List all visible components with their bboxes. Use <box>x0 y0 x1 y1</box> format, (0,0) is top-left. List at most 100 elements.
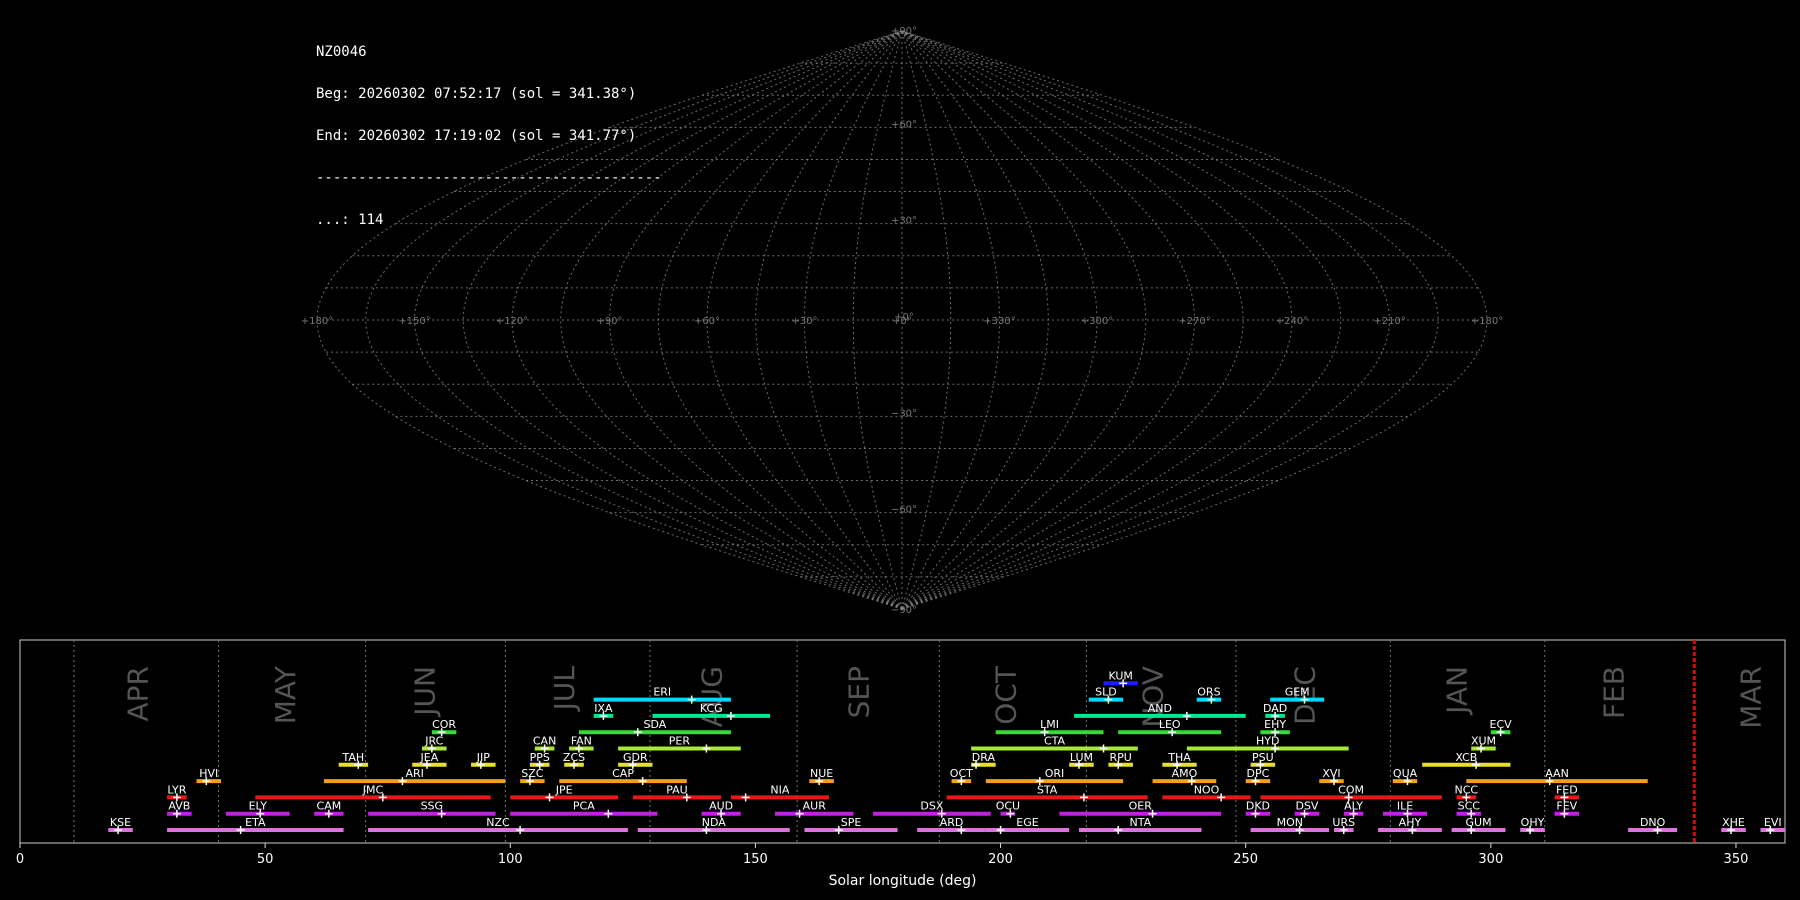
shower-ile: ILE <box>1382 800 1428 818</box>
shower-jea: JEA <box>412 751 447 769</box>
shower-label: PPS <box>530 751 550 764</box>
shower-avb: AVB <box>167 800 192 818</box>
x-tick-label: 100 <box>498 852 523 867</box>
shower-label: DSV <box>1295 800 1318 813</box>
month-label-feb: FEB <box>1597 666 1630 719</box>
shower-label: LUM <box>1070 751 1093 764</box>
shower-hvi: HVI <box>196 767 222 786</box>
shower-dkd: DKD <box>1245 800 1271 818</box>
shower-lyr: LYR <box>167 783 187 802</box>
shower-ixa: IXA <box>593 702 614 720</box>
sky-lon-label: +120° <box>496 316 528 327</box>
shower-xum: XUM <box>1471 735 1496 753</box>
shower-label: HVI <box>199 767 218 780</box>
shower-gum: GUM <box>1451 816 1506 834</box>
shower-label: JIP <box>476 751 490 764</box>
x-tick-label: 300 <box>1478 852 1503 867</box>
month-label-may: MAY <box>269 665 302 724</box>
shower-nta: NTA <box>1079 816 1202 834</box>
shower-label: LMI <box>1040 718 1059 731</box>
shower-label: KUM <box>1108 669 1132 682</box>
shower-label: XVI <box>1322 767 1340 780</box>
shower-label: ZCS <box>563 751 585 764</box>
shower-ari: ARI <box>323 767 506 786</box>
shower-label: AUR <box>803 800 827 813</box>
shower-rpu: RPU <box>1108 751 1133 769</box>
shower-label: AVB <box>168 800 190 813</box>
sky-lon-label: +0° <box>892 316 912 327</box>
shower-zcs: ZCS <box>563 751 585 769</box>
shower-ard: ARD <box>917 816 986 834</box>
shower-lum: LUM <box>1069 751 1094 769</box>
shower-label: CAM <box>317 800 342 813</box>
shower-label: PCA <box>573 800 595 813</box>
shower-dad: DAD <box>1263 702 1287 720</box>
shower-label: OER <box>1129 800 1153 813</box>
shower-label: ORS <box>1197 686 1220 699</box>
shower-fan: FAN <box>569 735 594 753</box>
shower-label: XHE <box>1722 816 1745 829</box>
shower-label: KSE <box>110 816 131 829</box>
shower-label: FED <box>1556 783 1578 796</box>
x-tick-label: 0 <box>16 852 24 867</box>
x-tick-label: 50 <box>257 852 274 867</box>
shower-ors: ORS <box>1196 686 1222 704</box>
shower-dsv: DSV <box>1294 800 1320 818</box>
shower-label: NDA <box>702 816 727 829</box>
shower-label: KCG <box>700 702 723 715</box>
shower-hyd: HYD <box>1186 735 1349 753</box>
shower-label: ILE <box>1397 800 1413 813</box>
shower-label: GEM <box>1285 686 1310 699</box>
shower-label: ERI <box>653 686 671 699</box>
shower-label: XCB <box>1455 751 1477 764</box>
shower-com: COM <box>1260 783 1442 802</box>
shower-dpc: DPC <box>1245 767 1271 786</box>
shower-ori: ORI <box>985 767 1124 786</box>
shower-label: JPE <box>555 783 573 796</box>
shower-noo: NOO <box>1162 783 1251 802</box>
shower-kum: KUM <box>1103 669 1138 688</box>
sky-lat-label: −90° <box>891 605 917 616</box>
shower-label: NTA <box>1129 816 1151 829</box>
month-label-jan: JAN <box>1441 666 1474 716</box>
shower-can: CAN <box>533 735 556 753</box>
shower-pca: PCA <box>510 800 658 818</box>
shower-label: ALY <box>1344 800 1363 813</box>
shower-jpe: JPE <box>510 783 619 802</box>
begin-time: Beg: 20260302 07:52:17 (sol = 341.38°) <box>316 86 637 102</box>
shower-nia: NIA <box>730 783 829 802</box>
shower-gdr: GDR <box>618 751 653 769</box>
shower-cap: CAP <box>559 767 687 786</box>
shower-dsx: DSX <box>873 800 991 818</box>
shower-label: SZC <box>521 767 544 780</box>
shower-ssg: SSG <box>368 800 496 818</box>
sky-lon-label: +90° <box>596 316 622 327</box>
shower-and: AND <box>1074 702 1246 720</box>
shower-label: ELY <box>249 800 268 813</box>
shower-aud: AUD <box>701 800 741 818</box>
x-tick-label: 150 <box>743 852 768 867</box>
shower-tah: TAH <box>338 751 369 769</box>
shower-ohy: OHY <box>1520 816 1545 834</box>
shower-label: DSX <box>920 800 943 813</box>
shower-jrc: JRC <box>422 735 447 753</box>
shower-label: SCC <box>1458 800 1481 813</box>
shower-label: ARI <box>405 767 423 780</box>
shower-leo: LEO <box>1118 718 1222 737</box>
shower-ehy: EHY <box>1260 718 1290 737</box>
shower-kcg: KCG <box>652 702 771 720</box>
shower-jmc: JMC <box>255 783 491 802</box>
sky-map: +90° +60° +30° +0° −30° −60° −90° +180° +150° +12… <box>301 26 1503 616</box>
shower-nue: NUE <box>809 767 834 786</box>
shower-aly: ALY <box>1343 800 1364 818</box>
shower-szc: SZC <box>520 767 545 786</box>
shower-label: JEA <box>420 751 439 764</box>
shower-jip: JIP <box>471 751 496 769</box>
shower-label: CTA <box>1044 735 1066 748</box>
shower-label: JMC <box>362 783 384 796</box>
shower-label: ORI <box>1045 767 1065 780</box>
shower-label: QUA <box>1393 767 1418 780</box>
shower-timeline-chart: APR MAY JUN JUL AUG SEP OCT NOV DEC JAN FEB MARKUME… <box>16 639 1786 889</box>
sky-lat-label: −30° <box>891 408 917 419</box>
shower-dno: DNO <box>1628 816 1678 834</box>
